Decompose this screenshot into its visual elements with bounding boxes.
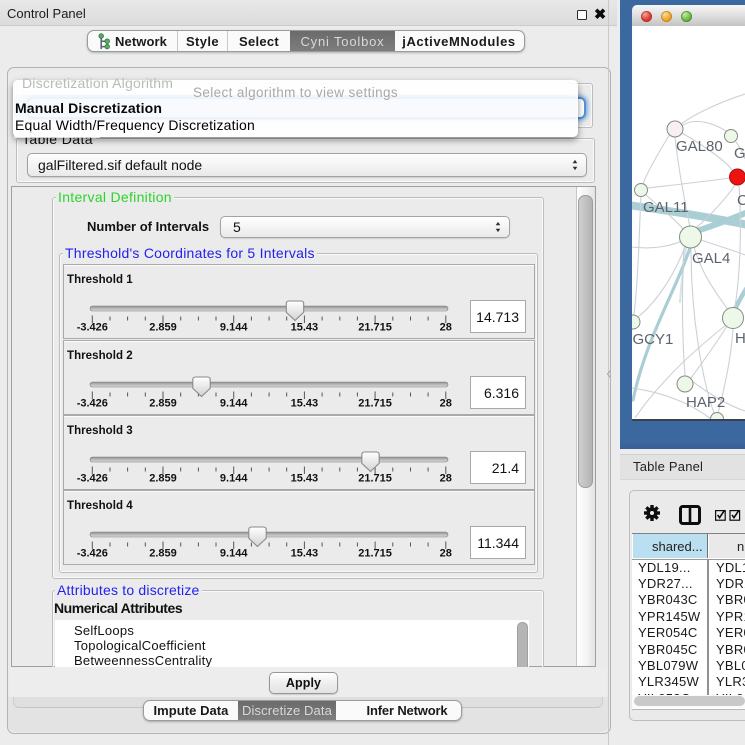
svg-text:21.715: 21.715 (358, 322, 392, 334)
svg-text:21.715: 21.715 (358, 398, 392, 410)
svg-text:-3.426: -3.426 (77, 398, 108, 410)
svg-text:28: 28 (440, 398, 452, 410)
svg-text:15.43: 15.43 (291, 473, 319, 485)
svg-text:2.859: 2.859 (149, 322, 177, 334)
svg-text:15.43: 15.43 (291, 398, 319, 410)
svg-text:GAL4: GAL4 (692, 250, 730, 267)
svg-text:-3.426: -3.426 (77, 322, 108, 334)
svg-text:9.144: 9.144 (220, 548, 248, 560)
svg-text:C: C (737, 192, 745, 209)
svg-text:-3.426: -3.426 (77, 473, 108, 485)
svg-text:GCY1: GCY1 (633, 331, 674, 348)
svg-text:G: G (734, 145, 745, 162)
svg-text:-3.426: -3.426 (77, 548, 108, 560)
svg-text:9.144: 9.144 (220, 322, 248, 334)
svg-text:28: 28 (440, 548, 452, 560)
svg-text:28: 28 (440, 322, 452, 334)
svg-text:2.859: 2.859 (149, 398, 177, 410)
svg-text:28: 28 (440, 473, 452, 485)
svg-text:2.859: 2.859 (149, 548, 177, 560)
svg-text:15.43: 15.43 (291, 322, 319, 334)
svg-text:15.43: 15.43 (291, 548, 319, 560)
svg-text:GAL11: GAL11 (643, 199, 689, 216)
svg-text:HAP2: HAP2 (686, 394, 725, 411)
svg-text:21.715: 21.715 (358, 548, 392, 560)
svg-text:2.859: 2.859 (149, 473, 177, 485)
svg-text:GAL80: GAL80 (676, 138, 723, 155)
svg-text:9.144: 9.144 (220, 398, 248, 410)
svg-text:H: H (735, 330, 745, 347)
svg-text:9.144: 9.144 (220, 473, 248, 485)
svg-text:21.715: 21.715 (358, 473, 392, 485)
